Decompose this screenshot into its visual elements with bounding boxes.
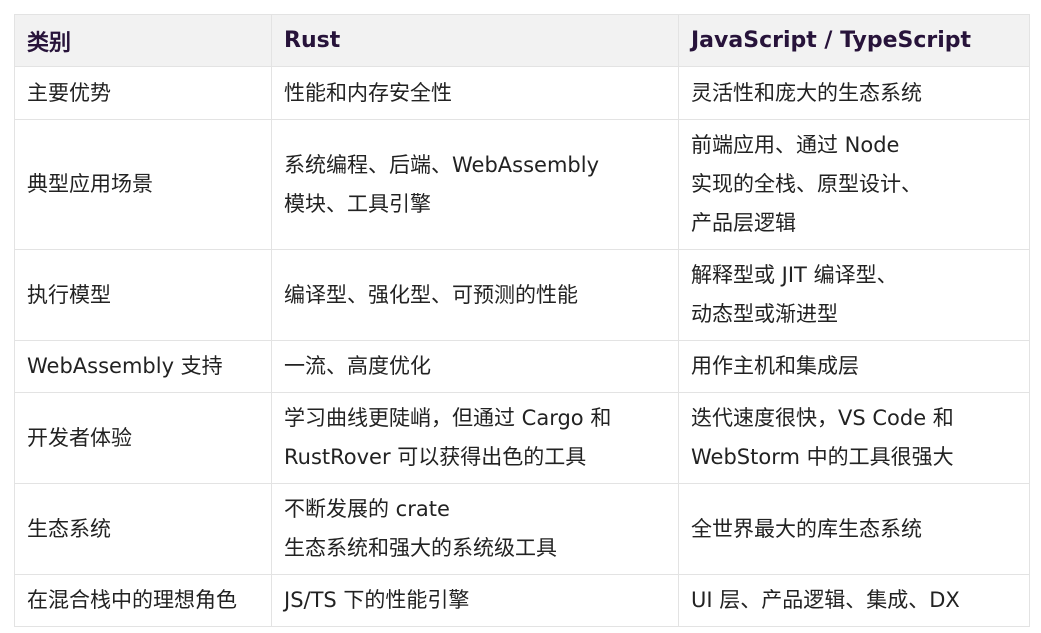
cell-category: 开发者体验 [14,392,272,484]
cell-text-line: 学习曲线更陡峭，但通过 Cargo 和 [284,406,612,430]
cell-text-line: 性能和内存安全性 [284,80,452,105]
cell-text-line: 系统编程、后端、WebAssembly [284,152,599,177]
table-row: 主要优势 性能和内存安全性 灵活性和庞大的生态系统 [14,66,1030,120]
header-rust: Rust [271,14,679,67]
cell-text-line: 用作主机和集成层 [691,354,859,378]
cell-js: 用作主机和集成层 [678,340,1030,393]
cell-text-line: 编译型、强化型、可预测的性能 [284,282,578,307]
cell-text-line: 生态系统和强大的系统级工具 [284,536,557,560]
cell-text-line: JS/TS 下的性能引擎 [284,588,470,612]
cell-text-line: 前端应用、通过 Node [691,133,900,157]
header-js-ts: JavaScript / TypeScript [678,14,1030,67]
cell-category: WebAssembly 支持 [14,340,272,393]
cell-category: 典型应用场景 [14,119,272,250]
cell-js: 灵活性和庞大的生态系统 [678,66,1030,120]
cell-rust: 不断发展的 crate 生态系统和强大的系统级工具 [271,483,679,575]
cell-text-line: 动态型或渐进型 [691,302,838,326]
cell-rust: 系统编程、后端、WebAssembly 模块、工具引擎 [271,119,679,250]
table-row: WebAssembly 支持 一流、高度优化 用作主机和集成层 [14,340,1030,393]
cell-js: UI 层、产品逻辑、集成、DX [678,574,1030,627]
cell-text-line: 不断发展的 crate [284,497,450,521]
cell-rust: JS/TS 下的性能引擎 [271,574,679,627]
cell-category: 在混合栈中的理想角色 [14,574,272,627]
cell-text-line: 迭代速度很快，VS Code 和 [691,406,954,430]
cell-js: 全世界最大的库生态系统 [678,483,1030,575]
cell-text-line: 产品层逻辑 [691,211,796,235]
cell-rust: 性能和内存安全性 [271,66,679,120]
comparison-table-container: 类别 Rust JavaScript / TypeScript 主要优势 性能和… [14,14,1030,627]
cell-rust: 编译型、强化型、可预测的性能 [271,249,679,341]
cell-text-line: RustRover 可以获得出色的工具 [284,445,587,469]
table-row: 开发者体验 学习曲线更陡峭，但通过 Cargo 和 RustRover 可以获得… [14,392,1030,484]
cell-text-line: UI 层、产品逻辑、集成、DX [691,588,960,612]
table-row: 生态系统 不断发展的 crate 生态系统和强大的系统级工具 全世界最大的库生态… [14,483,1030,575]
cell-category: 执行模型 [14,249,272,341]
cell-category: 生态系统 [14,483,272,575]
table-row: 执行模型 编译型、强化型、可预测的性能 解释型或 JIT 编译型、 动态型或渐进… [14,249,1030,341]
cell-text-line: 全世界最大的库生态系统 [691,516,922,541]
cell-text-line: 解释型或 JIT 编译型、 [691,263,898,287]
cell-text-line: WebStorm 中的工具很强大 [691,445,954,469]
cell-text-line: 一流、高度优化 [284,354,431,378]
cell-text-line: 模块、工具引擎 [284,191,431,216]
cell-js: 迭代速度很快，VS Code 和 WebStorm 中的工具很强大 [678,392,1030,484]
header-category: 类别 [14,14,272,67]
cell-rust: 一流、高度优化 [271,340,679,393]
cell-category: 主要优势 [14,66,272,120]
table-row: 典型应用场景 系统编程、后端、WebAssembly 模块、工具引擎 前端应用、… [14,119,1030,250]
cell-js: 前端应用、通过 Node 实现的全栈、原型设计、 产品层逻辑 [678,119,1030,250]
cell-js: 解释型或 JIT 编译型、 动态型或渐进型 [678,249,1030,341]
cell-rust: 学习曲线更陡峭，但通过 Cargo 和 RustRover 可以获得出色的工具 [271,392,679,484]
comparison-table: 类别 Rust JavaScript / TypeScript 主要优势 性能和… [14,14,1030,627]
cell-text-line: 实现的全栈、原型设计、 [691,172,922,196]
table-row: 在混合栈中的理想角色 JS/TS 下的性能引擎 UI 层、产品逻辑、集成、DX [14,574,1030,627]
table-header-row: 类别 Rust JavaScript / TypeScript [14,14,1030,67]
cell-text-line: 灵活性和庞大的生态系统 [691,80,922,105]
